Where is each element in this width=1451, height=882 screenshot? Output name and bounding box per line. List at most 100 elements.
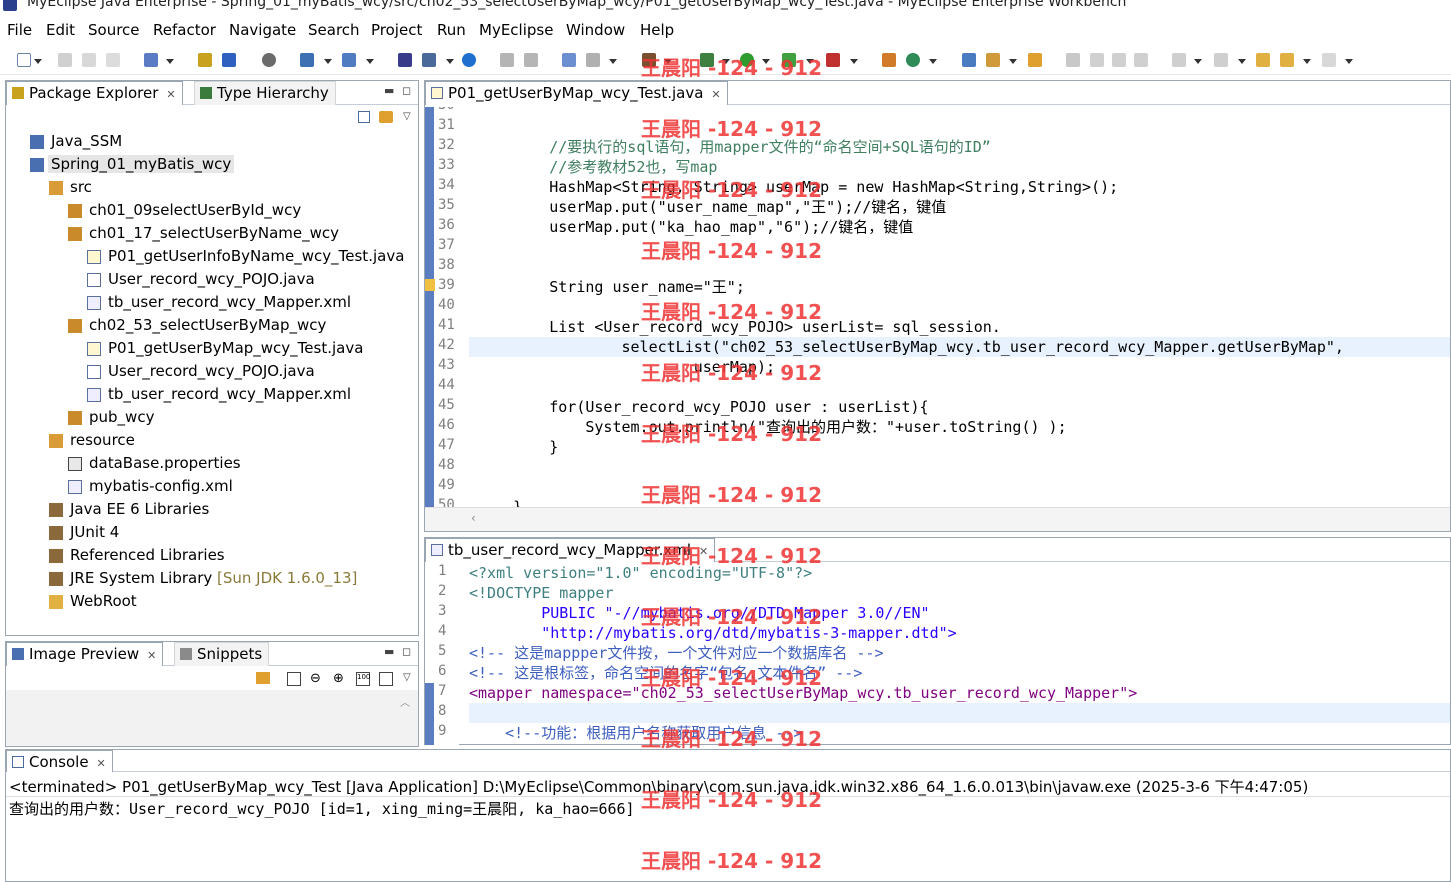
view-menu-icon[interactable]: ▽ [403, 111, 411, 122]
link-with-editor-icon[interactable] [379, 111, 393, 123]
coverage-icon[interactable] [826, 53, 840, 67]
menu-navigate[interactable]: Navigate [229, 21, 296, 39]
block-select-icon[interactable] [1134, 53, 1148, 67]
run-external-icon[interactable] [782, 53, 796, 67]
save-icon[interactable] [58, 53, 72, 67]
jdk-decoration: [Sun JDK 1.6.0_13] [217, 569, 358, 587]
chevron-down-icon[interactable] [762, 59, 770, 64]
menu-file[interactable]: File [7, 21, 32, 39]
server-icon[interactable] [262, 53, 276, 67]
menu-refactor[interactable]: Refactor [153, 21, 216, 39]
chevron-down-icon[interactable] [1345, 59, 1353, 64]
chevron-down-icon[interactable] [929, 59, 937, 64]
menu-myeclipse[interactable]: MyEclipse [479, 21, 553, 39]
new-project-icon[interactable] [144, 53, 158, 67]
forward-icon[interactable] [1322, 53, 1336, 67]
menu-search[interactable]: Search [308, 21, 360, 39]
xml-code-area[interactable]: 1 2 3 4 5 6 7 8 9 <?xml version="1.0" en… [425, 563, 1450, 745]
tab-package-explorer[interactable]: Package Explorer ✕ [6, 81, 183, 105]
tab-image-preview[interactable]: Image Preview ✕ [6, 642, 164, 666]
new-interface-icon[interactable] [586, 53, 600, 67]
sync-icon[interactable] [524, 53, 538, 67]
menu-run[interactable]: Run [437, 21, 466, 39]
chevron-down-icon[interactable] [324, 59, 332, 64]
chevron-down-icon[interactable] [34, 59, 42, 64]
chevron-down-icon[interactable] [609, 59, 617, 64]
tab-snippets[interactable]: Snippets [174, 642, 270, 666]
fit-window-icon[interactable] [379, 672, 393, 686]
print-icon[interactable] [106, 53, 120, 67]
refresh-icon[interactable] [906, 53, 920, 67]
folder-open-icon[interactable] [1028, 53, 1042, 67]
open-type-icon[interactable] [198, 53, 212, 67]
new-class-icon[interactable] [562, 53, 576, 67]
show-whitespace-icon[interactable] [1112, 53, 1126, 67]
zoom-out-icon[interactable]: ⊖ [310, 671, 321, 686]
menu-window[interactable]: Window [566, 21, 625, 39]
new-web-project-icon[interactable] [398, 53, 412, 67]
close-icon[interactable]: ✕ [147, 649, 156, 662]
ant-icon[interactable] [642, 53, 656, 67]
code-line: <!-- 这是mappper文件按，一个文件对应一个数据库名 --> [469, 644, 884, 662]
scroll-left-icon[interactable]: ‹ [471, 511, 476, 525]
close-icon[interactable]: ✕ [166, 88, 175, 101]
image-preview-icon [12, 648, 24, 660]
open-browser-icon[interactable] [422, 53, 436, 67]
minimize-icon[interactable]: ▬ [384, 84, 394, 97]
menu-help[interactable]: Help [640, 21, 674, 39]
horizontal-scrollbar[interactable]: ‹ [425, 507, 1450, 531]
globe-icon[interactable] [462, 53, 476, 67]
chevron-down-icon[interactable] [722, 59, 730, 64]
tab-type-hierarchy[interactable]: Type Hierarchy [194, 81, 336, 105]
menu-source[interactable]: Source [88, 21, 140, 39]
menu-project[interactable]: Project [371, 21, 422, 39]
tab-console[interactable]: Console ✕ [6, 750, 113, 772]
chevron-down-icon[interactable] [806, 59, 814, 64]
chevron-down-icon[interactable] [1303, 59, 1311, 64]
menu-edit[interactable]: Edit [46, 21, 75, 39]
new-bean-icon[interactable] [882, 53, 896, 67]
new-icon[interactable] [17, 53, 31, 67]
chevron-down-icon[interactable] [166, 59, 174, 64]
tab-xml-file[interactable]: tb_user_record_wcy_Mapper.xml ✕ [425, 538, 716, 562]
view-menu-icon[interactable]: ▽ [403, 672, 411, 683]
chevron-down-icon[interactable] [664, 59, 672, 64]
collapse-all-icon[interactable] [358, 111, 370, 123]
run-server-icon[interactable] [342, 53, 356, 67]
maximize-icon[interactable]: ◻ [402, 84, 411, 97]
run-icon[interactable] [740, 53, 754, 67]
minimize-icon[interactable]: ▬ [384, 645, 394, 658]
team-icon[interactable] [500, 53, 514, 67]
tab-java-file[interactable]: P01_getUserByMap_wcy_Test.java ✕ [425, 81, 728, 105]
maximize-icon[interactable]: ◻ [402, 645, 411, 658]
close-icon[interactable]: ✕ [97, 757, 106, 770]
line-number: 37 [438, 237, 455, 253]
close-icon[interactable]: ✕ [699, 545, 708, 558]
open-resource-icon[interactable] [222, 53, 236, 67]
toggle-mark-icon[interactable] [1066, 53, 1080, 67]
actual-size-icon[interactable]: 100 [356, 672, 370, 686]
fit-image-icon[interactable] [287, 672, 301, 686]
java-code-area[interactable]: 30 31 32 33 34 35 36 37 38 39 40 41 42 4… [425, 107, 1450, 507]
next-annotation-icon[interactable] [1172, 53, 1186, 67]
search-tool-icon[interactable] [986, 53, 1000, 67]
debug-icon[interactable] [700, 53, 714, 67]
chevron-down-icon[interactable] [850, 59, 858, 64]
link-icon[interactable] [256, 672, 270, 684]
chevron-down-icon[interactable] [1009, 59, 1017, 64]
zoom-in-icon[interactable]: ⊕ [333, 671, 344, 686]
close-icon[interactable]: ✕ [711, 88, 720, 101]
save-all-icon[interactable] [82, 53, 96, 67]
chevron-down-icon[interactable] [446, 59, 454, 64]
scroll-up-icon[interactable]: ︿ [400, 694, 410, 709]
line-number: 50 [438, 497, 455, 507]
open-perspective-icon[interactable] [962, 53, 976, 67]
chevron-down-icon[interactable] [366, 59, 374, 64]
prev-annotation-icon[interactable] [1214, 53, 1228, 67]
deploy-icon[interactable] [300, 53, 314, 67]
back-icon[interactable] [1280, 53, 1294, 67]
toggle-edit-icon[interactable] [1090, 53, 1104, 67]
last-edit-icon[interactable] [1256, 53, 1270, 67]
chevron-down-icon[interactable] [1194, 59, 1202, 64]
chevron-down-icon[interactable] [1238, 59, 1246, 64]
